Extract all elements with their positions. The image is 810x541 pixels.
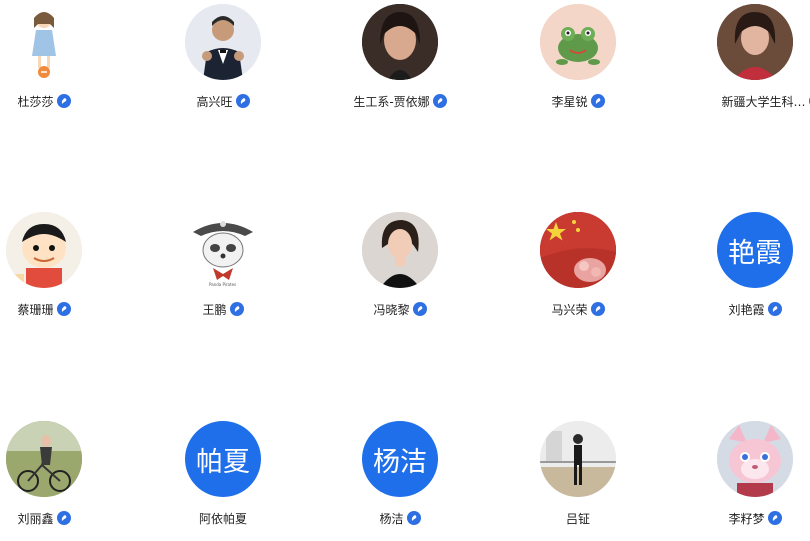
verified-badge-icon: [433, 94, 447, 108]
member-name: 王鹏: [202, 301, 226, 318]
verified-badge-icon: [768, 302, 782, 316]
man-suit-photo-icon: [185, 4, 261, 80]
name-row: 杜莎莎: [0, 92, 119, 110]
bicycle-photo-icon: [6, 421, 82, 497]
member-card[interactable]: 李籽梦: [680, 421, 810, 541]
member-card[interactable]: 吕钲: [503, 421, 653, 541]
member-card[interactable]: 杜莎莎: [0, 4, 119, 124]
avatar: [6, 212, 82, 288]
flag-image-icon: [540, 212, 616, 288]
avatar: [717, 421, 793, 497]
name-row: 冯晓黎: [325, 300, 475, 318]
verified-badge-icon: [413, 302, 427, 316]
verified-badge-icon: [591, 302, 605, 316]
member-card[interactable]: 高兴旺: [148, 4, 298, 124]
name-row: 李星锐: [503, 92, 653, 110]
frog-image-icon: [540, 4, 616, 80]
member-card[interactable]: 刘丽鑫: [0, 421, 119, 541]
member-name: 高兴旺: [196, 93, 232, 110]
name-row: 新疆大学生科…: [682, 92, 810, 110]
woman-black-photo-icon: [362, 212, 438, 288]
name-row: 生工系-贾依娜: [325, 92, 475, 110]
name-row: 刘丽鑫: [0, 509, 119, 527]
avatar: [362, 4, 438, 80]
avatar: [540, 4, 616, 80]
name-row: 王鹏: [148, 300, 298, 318]
cartoon-boy-icon: [6, 212, 82, 288]
avatar: [6, 421, 82, 497]
avatar: [6, 4, 82, 80]
member-name: 新疆大学生科…: [721, 93, 805, 110]
dance-studio-photo-icon: [540, 421, 616, 497]
member-name: 生工系-贾依娜: [353, 93, 429, 110]
member-card[interactable]: 杨洁 杨洁: [325, 421, 475, 541]
member-name: 杜莎莎: [17, 93, 53, 110]
avatar: [540, 212, 616, 288]
member-card[interactable]: 冯晓黎: [325, 212, 475, 332]
verified-badge-icon: [407, 511, 421, 525]
member-name: 马兴荣: [551, 301, 587, 318]
verified-badge-icon: [236, 94, 250, 108]
panda-pirate-sketch-icon: Panda Pirates: [185, 212, 261, 288]
avatar: [362, 212, 438, 288]
name-row: 吕钲: [503, 509, 653, 527]
verified-badge-icon: [57, 302, 71, 316]
member-card[interactable]: 艳霞 刘艳霞: [680, 212, 810, 332]
member-card[interactable]: 帕夏 阿依帕夏: [148, 421, 298, 541]
name-row: 高兴旺: [148, 92, 298, 110]
member-card[interactable]: 马兴荣: [503, 212, 653, 332]
name-row: 阿依帕夏: [148, 509, 298, 527]
member-card[interactable]: 李星锐: [503, 4, 653, 124]
name-row: 李籽梦: [680, 509, 810, 527]
avatar: 杨洁: [362, 421, 438, 497]
avatar: 帕夏: [185, 421, 261, 497]
verified-badge-icon: [57, 94, 71, 108]
member-card[interactable]: Panda Pirates 王鹏: [148, 212, 298, 332]
woman-photo-icon: [362, 4, 438, 80]
verified-badge-icon: [57, 511, 71, 525]
verified-badge-icon: [230, 302, 244, 316]
member-name: 冯晓黎: [373, 301, 409, 318]
verified-badge-icon: [591, 94, 605, 108]
member-name: 李星锐: [551, 93, 587, 110]
avatar: Panda Pirates: [185, 212, 261, 288]
name-row: 刘艳霞: [680, 300, 810, 318]
name-row: 马兴荣: [503, 300, 653, 318]
svg-text:Panda Pirates: Panda Pirates: [209, 282, 236, 287]
member-name: 蔡珊珊: [17, 301, 53, 318]
name-row: 杨洁: [325, 509, 475, 527]
verified-badge-icon: [768, 511, 782, 525]
member-card[interactable]: 新疆大学生科…: [680, 4, 810, 124]
girl-illustration-icon: [6, 4, 82, 80]
member-name: 刘艳霞: [728, 301, 764, 318]
woman-red-photo-icon: [717, 4, 793, 80]
member-grid: 杜莎莎 高兴旺: [0, 0, 810, 524]
avatar: [540, 421, 616, 497]
name-row: 蔡珊珊: [0, 300, 119, 318]
plush-toy-icon: [717, 421, 793, 497]
avatar: [185, 4, 261, 80]
member-card[interactable]: 蔡珊珊: [0, 212, 119, 332]
avatar: 艳霞: [717, 212, 793, 288]
avatar: [717, 4, 793, 80]
member-card[interactable]: 生工系-贾依娜: [325, 4, 475, 124]
